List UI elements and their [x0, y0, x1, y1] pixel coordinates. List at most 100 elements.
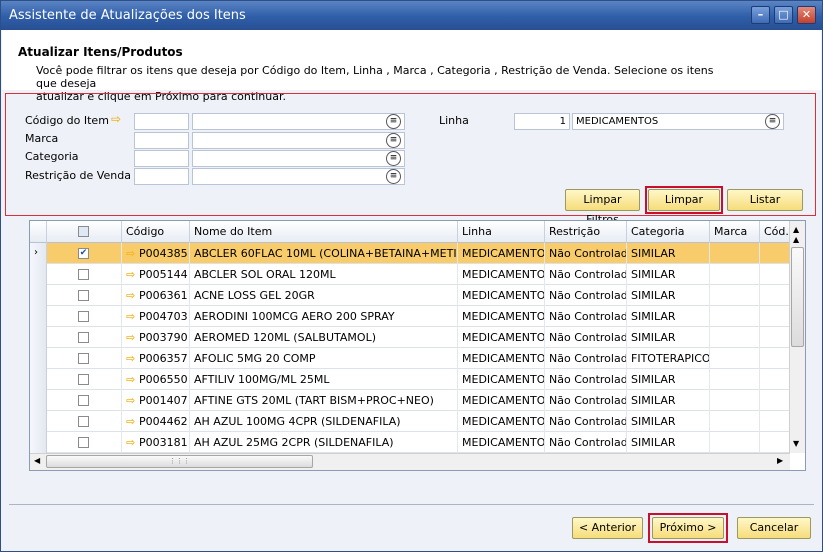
column-header-cod[interactable]: Cód. [760, 221, 790, 243]
scroll-up-icon[interactable]: ▲ [793, 235, 799, 244]
select-cell[interactable] [47, 306, 122, 327]
codigo-to-input[interactable] [192, 113, 405, 130]
column-header-linha[interactable]: Linha [458, 221, 545, 243]
cell-codigo[interactable]: ⇨ P003181 [122, 432, 190, 453]
select-cell[interactable] [47, 369, 122, 390]
cell-nome[interactable]: AFOLIC 5MG 20 COMP [190, 348, 458, 369]
horizontal-scroll-thumb[interactable]: ⋮⋮⋮ [46, 455, 313, 468]
vertical-scroll-thumb[interactable] [791, 247, 804, 347]
select-cell[interactable] [47, 390, 122, 411]
cell-nome[interactable]: ABCLER SOL ORAL 120ML [190, 264, 458, 285]
checkbox-icon[interactable] [78, 311, 89, 322]
cell-restricao[interactable]: Não Controlado [545, 432, 627, 453]
select-cell[interactable] [47, 432, 122, 453]
link-arrow-icon[interactable]: ⇨ [126, 352, 139, 365]
cell-marca[interactable] [710, 306, 760, 327]
checkbox-icon[interactable]: ✔ [78, 248, 89, 259]
limpar-button[interactable]: Limpar [648, 189, 720, 211]
cell-categoria[interactable]: SIMILAR [627, 390, 710, 411]
cell-nome[interactable]: ABCLER 60FLAC 10ML (COLINA+BETAINA+METI) [190, 243, 458, 264]
table-row[interactable]: ⇨ P003790 AEROMED 120ML (SALBUTAMOL) MEDIC… [47, 327, 790, 348]
column-header-categoria[interactable]: Categoria [627, 221, 710, 243]
cell-cod[interactable] [760, 411, 790, 432]
cell-restricao[interactable]: Não Controlado [545, 285, 627, 306]
cell-restricao[interactable]: Não Controlado [545, 306, 627, 327]
cell-restricao[interactable]: Não Controlado [545, 411, 627, 432]
choose-list-icon[interactable]: ≡ [386, 133, 401, 148]
categoria-code-input[interactable] [134, 150, 189, 167]
cell-restricao[interactable]: Não Controlado [545, 243, 627, 264]
cell-nome[interactable]: AH AZUL 100MG 4CPR (SILDENAFILA) [190, 411, 458, 432]
link-arrow-icon[interactable]: ⇨ [126, 394, 139, 407]
row-selector-column[interactable]: › [30, 243, 47, 453]
column-header-codigo[interactable]: Código [122, 221, 190, 243]
select-cell[interactable] [47, 411, 122, 432]
cell-cod[interactable] [760, 243, 790, 264]
maximize-icon[interactable]: □ [774, 6, 793, 24]
table-row[interactable]: ⇨ P001407 AFTINE GTS 20ML (TART BISM+PROC… [47, 390, 790, 411]
scroll-up-icon[interactable]: ▲ [793, 225, 799, 234]
link-arrow-icon[interactable]: ⇨ [126, 289, 139, 302]
close-icon[interactable]: ✕ [797, 6, 816, 24]
table-row[interactable]: ⇨ P006357 AFOLIC 5MG 20 COMP MEDICAMENTOS N… [47, 348, 790, 369]
anterior-button[interactable]: < Anterior [572, 517, 643, 539]
select-cell[interactable] [47, 327, 122, 348]
cell-marca[interactable] [710, 390, 760, 411]
cell-cod[interactable] [760, 306, 790, 327]
choose-list-icon[interactable]: ≡ [386, 151, 401, 166]
checkbox-icon[interactable] [78, 353, 89, 364]
link-arrow-icon[interactable]: ⇨ [111, 112, 121, 126]
cell-restricao[interactable]: Não Controlado [545, 390, 627, 411]
cell-linha[interactable]: MEDICAMENTOS [458, 369, 545, 390]
table-row[interactable]: ⇨ P006550 AFTILIV 100MG/ML 25ML MEDICAMENT… [47, 369, 790, 390]
link-arrow-icon[interactable]: ⇨ [126, 247, 139, 260]
cell-nome[interactable]: ACNE LOSS GEL 20GR [190, 285, 458, 306]
restricao-code-input[interactable] [134, 168, 189, 185]
cell-categoria[interactable]: SIMILAR [627, 432, 710, 453]
cell-linha[interactable]: MEDICAMENTOS [458, 285, 545, 306]
cell-linha[interactable]: MEDICAMENTOS [458, 243, 545, 264]
cell-cod[interactable] [760, 264, 790, 285]
title-bar[interactable]: Assistente de Atualizações dos Itens – □… [1, 1, 822, 30]
link-arrow-icon[interactable]: ⇨ [126, 268, 139, 281]
table-row[interactable]: ⇨ P006361 ACNE LOSS GEL 20GR MEDICAMENTOS N… [47, 285, 790, 306]
codigo-from-input[interactable] [134, 113, 189, 130]
scroll-down-icon[interactable]: ▼ [793, 439, 799, 448]
cell-cod[interactable] [760, 327, 790, 348]
cell-cod[interactable] [760, 390, 790, 411]
select-cell[interactable]: ✔ [47, 243, 122, 264]
column-header-marca[interactable]: Marca [710, 221, 760, 243]
cell-cod[interactable] [760, 432, 790, 453]
cell-marca[interactable] [710, 264, 760, 285]
cell-marca[interactable] [710, 285, 760, 306]
checkbox-icon[interactable] [78, 416, 89, 427]
cell-marca[interactable] [710, 411, 760, 432]
select-cell[interactable] [47, 285, 122, 306]
table-row[interactable]: ⇨ P004703 AERODINI 100MCG AERO 200 SPRAY M… [47, 306, 790, 327]
linha-code-input[interactable]: 1 [514, 113, 570, 130]
marca-name-input[interactable] [192, 132, 405, 149]
cell-codigo[interactable]: ⇨ P006550 [122, 369, 190, 390]
cell-linha[interactable]: MEDICAMENTOS [458, 411, 545, 432]
cell-nome[interactable]: AERODINI 100MCG AERO 200 SPRAY [190, 306, 458, 327]
minimize-icon[interactable]: – [751, 6, 770, 24]
select-cell[interactable] [47, 264, 122, 285]
column-select-all[interactable] [47, 221, 122, 243]
cell-restricao[interactable]: Não Controlado [545, 369, 627, 390]
cell-linha[interactable]: MEDICAMENTOS [458, 264, 545, 285]
cancelar-button[interactable]: Cancelar [737, 517, 811, 539]
column-header-restricao[interactable]: Restrição [545, 221, 627, 243]
cell-restricao[interactable]: Não Controlado [545, 264, 627, 285]
cell-nome[interactable]: AEROMED 120ML (SALBUTAMOL) [190, 327, 458, 348]
choose-list-icon[interactable]: ≡ [386, 114, 401, 129]
cell-codigo[interactable]: ⇨ P004385 [122, 243, 190, 264]
cell-categoria[interactable]: FITOTERAPICO [627, 348, 710, 369]
link-arrow-icon[interactable]: ⇨ [126, 310, 139, 323]
limpar-filtros-button[interactable]: Limpar Filtros [565, 189, 640, 226]
proximo-button[interactable]: Próximo > [652, 517, 724, 539]
cell-categoria[interactable]: SIMILAR [627, 411, 710, 432]
cell-linha[interactable]: MEDICAMENTOS [458, 348, 545, 369]
cell-marca[interactable] [710, 369, 760, 390]
marca-code-input[interactable] [134, 132, 189, 149]
checkbox-icon[interactable] [78, 269, 89, 280]
